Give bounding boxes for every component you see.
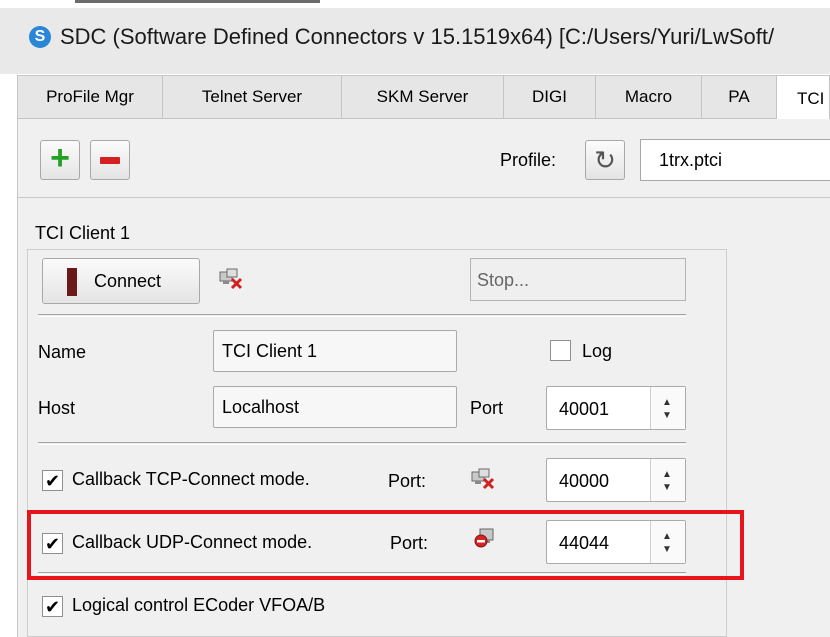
refresh-profile-button[interactable]: ↻ — [585, 140, 625, 180]
port-label: Port — [470, 398, 504, 418]
divider — [38, 442, 686, 445]
name-label: Name — [38, 342, 87, 362]
refresh-icon: ↻ — [594, 144, 616, 175]
name-field[interactable]: TCI Client 1 — [213, 330, 457, 372]
app-logo-icon: S — [29, 26, 51, 48]
profile-select[interactable]: 1trx.ptci — [640, 139, 830, 181]
callback-tcp-checkbox[interactable]: ✔ — [42, 470, 63, 491]
network-disconnected-icon — [219, 268, 243, 290]
connect-button[interactable]: Connect — [42, 258, 200, 304]
stop-status-field: Stop... — [470, 258, 686, 301]
tab-pa[interactable]: PA — [701, 75, 777, 119]
tab-tci[interactable]: TCI — [776, 75, 830, 121]
connection-status-icon — [67, 268, 77, 296]
remove-client-button[interactable] — [90, 140, 130, 180]
ecoder-checkbox[interactable]: ✔ — [42, 596, 63, 617]
tcp-port-stepper[interactable]: ▲ ▼ — [650, 459, 685, 501]
toolbar-divider — [17, 197, 830, 198]
host-field[interactable]: Localhost — [213, 386, 457, 428]
add-client-button[interactable]: + — [40, 140, 80, 180]
host-label: Host — [38, 398, 76, 418]
tcp-port-value: 40000 — [559, 471, 610, 491]
profile-label: Profile: — [500, 150, 557, 170]
tcp-port-label: Port: — [388, 471, 427, 491]
tab-profile-mgr[interactable]: ProFile Mgr — [17, 75, 163, 119]
client-group-title: TCI Client 1 — [35, 223, 131, 243]
plus-icon: + — [50, 139, 70, 177]
tab-macro[interactable]: Macro — [595, 75, 702, 119]
divider — [38, 314, 686, 317]
log-checkbox[interactable] — [550, 340, 571, 361]
tab-skm-server[interactable]: SKM Server — [341, 75, 504, 119]
tcp-disconnected-icon — [471, 468, 495, 490]
tcp-port-spinbox[interactable]: 40000 ▲ ▼ — [546, 458, 686, 502]
port-stepper[interactable]: ▲ ▼ — [650, 387, 685, 429]
callback-tcp-label: Callback TCP-Connect mode. — [72, 469, 310, 489]
port-spinbox[interactable]: 40001 ▲ ▼ — [546, 386, 686, 430]
port-value: 40001 — [559, 399, 610, 419]
tab-digi[interactable]: DIGI — [503, 75, 596, 119]
ecoder-label: Logical control ECoder VFOA/B — [72, 595, 326, 615]
connect-button-label: Connect — [94, 271, 162, 291]
highlight-box — [27, 510, 744, 580]
minus-icon — [100, 156, 120, 164]
log-label: Log — [582, 341, 613, 361]
tab-telnet-server[interactable]: Telnet Server — [162, 75, 342, 119]
top-strip — [0, 0, 830, 8]
window-title: SDC (Software Defined Connectors v 15.15… — [60, 24, 775, 49]
